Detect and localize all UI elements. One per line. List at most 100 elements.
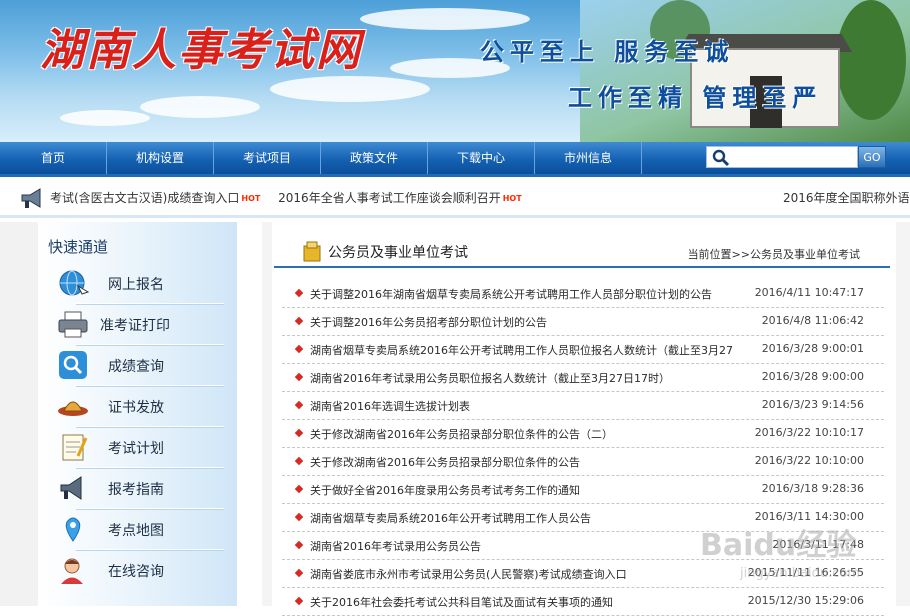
article-date: 2016/3/28 9:00:00 [761,370,864,383]
list-item[interactable]: 关于做好全省2016年度录用公务员考试考务工作的通知 2016/3/18 9:28… [282,476,884,504]
sidebar-item-certificate[interactable]: 证书发放 [38,387,237,427]
list-item[interactable]: 湖南省烟草专卖局系统2016年公开考试聘用工作人员职位报名人数统计（截止至3月2… [282,336,884,364]
article-title[interactable]: 湖南省2016年考试录用公务员公告 [310,538,481,554]
article-title[interactable]: 关于2016年社会委托考试公共科目笔试及面试有关事项的通知 [310,594,613,610]
list-item[interactable]: 关于调整2016年公务员招考部分职位计划的公告 2016/4/8 11:06:42 [282,308,884,336]
ticker-item-text: 考试(含医古文古汉语)成绩查询入口 [50,191,240,205]
column-divider [262,222,272,606]
slogan-line-1: 公平至上 服务至诚 [480,37,735,66]
tree-decoration [836,0,906,120]
nav-item-exams[interactable]: 考试项目 [214,142,321,174]
section-header: 公务员及事业单位考试 当前位置>>公务员及事业单位考试 [274,236,890,268]
sidebar-item-label: 证书发放 [108,400,164,416]
sidebar-item-label: 报考指南 [108,482,164,498]
bullet-icon [294,540,304,550]
scrollbar[interactable] [896,222,910,606]
left-gutter [0,222,38,606]
breadcrumb: 当前位置>>公务员及事业单位考试 [687,248,860,261]
article-date: 2016/4/8 11:06:42 [761,314,864,327]
sidebar-item-online-registration[interactable]: 网上报名 [38,264,237,304]
quick-access-title: 快速通道 [48,238,109,256]
sidebar-item-label: 在线咨询 [108,564,164,580]
bullet-icon [294,596,304,606]
consult-icon [61,558,83,584]
article-title[interactable]: 关于调整2016年公务员招考部分职位计划的公告 [310,314,547,330]
hot-badge: HOT [502,194,522,203]
list-item[interactable]: 关于修改湖南省2016年公务员招录部分职位条件的公告（二） 2016/3/22 1… [282,420,884,448]
list-item[interactable]: 湖南省2016年考试录用公务员职位报名人数统计（截止至3月27日17时） 2016… [282,364,884,392]
article-date: 2016/3/23 9:14:56 [761,398,864,411]
ticker-item[interactable]: 考试(含医古文古汉语)成绩查询入口 HOT [50,191,260,205]
article-title[interactable]: 湖南省2016年选调生选拔计划表 [310,398,470,414]
ticker-item-text: 2016年全省人事考试工作座谈会顺利召开 [278,191,501,205]
certificate-icon [58,401,88,416]
article-title[interactable]: 关于修改湖南省2016年公务员招录部分职位条件的公告 [310,454,580,470]
cloud-decoration [60,110,150,126]
sidebar-item-exam-map[interactable]: 考点地图 [38,510,237,550]
folder-icon [303,241,321,262]
site-banner: 湖南人事考试网 公平至上 服务至诚 工作至精 管理至严 [0,0,910,142]
sidebar-item-admission-ticket[interactable]: 准考证打印 [38,305,237,345]
ticker-item[interactable]: 2016年度全国职称外语 [783,189,910,206]
list-item[interactable]: 湖南省2016年选调生选拔计划表 2016/3/23 9:14:56 [282,392,884,420]
news-ticker: 考试(含医古文古汉语)成绩查询入口 HOT 2016年全省人事考试工作座谈会顺利召… [0,174,910,218]
ticker-track: 考试(含医古文古汉语)成绩查询入口 HOT 2016年全省人事考试工作座谈会顺利召… [50,189,536,206]
nav-item-cities[interactable]: 市州信息 [535,142,642,174]
nav-item-home[interactable]: 首页 [0,142,107,174]
article-title[interactable]: 湖南省2016年考试录用公务员职位报名人数统计（截止至3月27日17时） [310,370,670,386]
sidebar-item-label: 考试计划 [108,441,164,457]
sidebar-item-label: 考点地图 [108,523,164,539]
cloud-decoration [270,76,430,102]
sidebar-item-label: 准考证打印 [100,318,170,334]
article-title[interactable]: 关于调整2016年湖南省烟草专卖局系统公开考试聘用工作人员部分职位计划的公告 [310,286,712,302]
bullet-icon [294,344,304,354]
article-date: 2016/3/28 9:00:01 [761,342,864,355]
quick-access-panel: 快速通道 网上报名 准考证打印 成绩查询 证书发放 考试计划 报考指南 考点地图… [38,222,237,606]
bullet-icon [294,316,304,326]
list-item[interactable]: 关于调整2016年湖南省烟草专卖局系统公开考试聘用工作人员部分职位计划的公告 20… [282,280,884,308]
list-item[interactable]: 关于2016年社会委托考试公共科目笔试及面试有关事项的通知 2015/12/30 … [282,588,884,616]
divider [76,344,224,345]
divider [76,467,224,468]
printer-icon [58,311,88,338]
watermark-url: jingyan.baidu.com [740,566,860,581]
nav-item-downloads[interactable]: 下载中心 [428,142,535,174]
article-title[interactable]: 关于修改湖南省2016年公务员招录部分职位条件的公告（二） [310,426,613,442]
ticker-item[interactable]: 2016年全省人事考试工作座谈会顺利召开 HOT [278,191,522,205]
list-item[interactable]: 关于修改湖南省2016年公务员招录部分职位条件的公告 2016/3/22 10:1… [282,448,884,476]
map-pin-icon [65,517,81,542]
divider [76,549,224,550]
search-go-button[interactable]: GO [858,146,886,168]
nav-item-policy[interactable]: 政策文件 [321,142,428,174]
divider [76,508,224,509]
slogan-line-2: 工作至精 管理至严 [568,83,823,112]
bullet-icon [294,400,304,410]
nav-item-organization[interactable]: 机构设置 [107,142,214,174]
article-title[interactable]: 湖南省烟草专卖局系统2016年公开考试聘用工作人员公告 [310,510,591,526]
divider [76,303,224,304]
divider [76,385,224,386]
megaphone-icon [21,188,41,208]
section-title: 公务员及事业单位考试 [328,245,468,261]
bullet-icon [294,484,304,494]
sidebar-item-exam-plan[interactable]: 考试计划 [38,428,237,468]
article-date: 2016/4/11 10:47:17 [754,286,864,299]
bullet-icon [294,288,304,298]
article-date: 2015/12/30 15:29:06 [747,594,864,607]
bullet-icon [294,512,304,522]
article-title[interactable]: 湖南省娄底市永州市考试录用公务员(人民警察)考试成绩查询入口 [310,566,627,582]
sidebar-item-label: 网上报名 [108,277,164,293]
cloud-decoration [360,8,530,30]
site-logo-title[interactable]: 湖南人事考试网 [40,14,362,78]
bullet-icon [294,372,304,382]
sidebar-item-score-query[interactable]: 成绩查询 [38,346,237,386]
article-title[interactable]: 湖南省烟草专卖局系统2016年公开考试聘用工作人员职位报名人数统计（截止至3月2… [310,342,733,358]
sidebar-item-guide[interactable]: 报考指南 [38,469,237,509]
cloud-decoration [140,96,260,118]
sidebar-item-online-consult[interactable]: 在线咨询 [38,551,237,591]
article-title[interactable]: 关于做好全省2016年度录用公务员考试考务工作的通知 [310,482,580,498]
sidebar-item-label: 成绩查询 [108,359,164,375]
article-date: 2016/3/22 10:10:00 [754,454,864,467]
bullet-icon [294,568,304,578]
article-date: 2016/3/22 10:10:17 [754,426,864,439]
